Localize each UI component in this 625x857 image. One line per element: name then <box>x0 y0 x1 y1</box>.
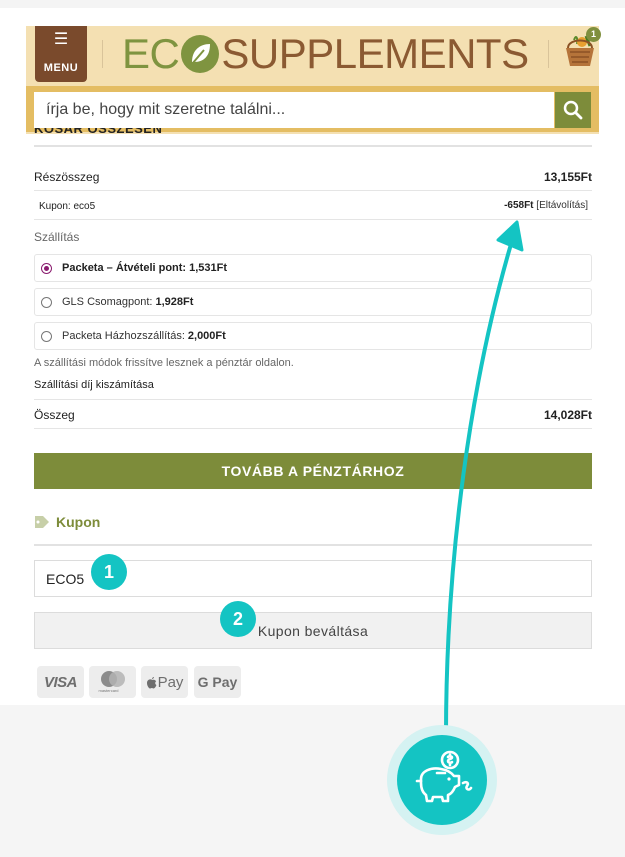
annotation-arrow <box>444 220 524 737</box>
piggy-bank-icon <box>397 735 487 825</box>
